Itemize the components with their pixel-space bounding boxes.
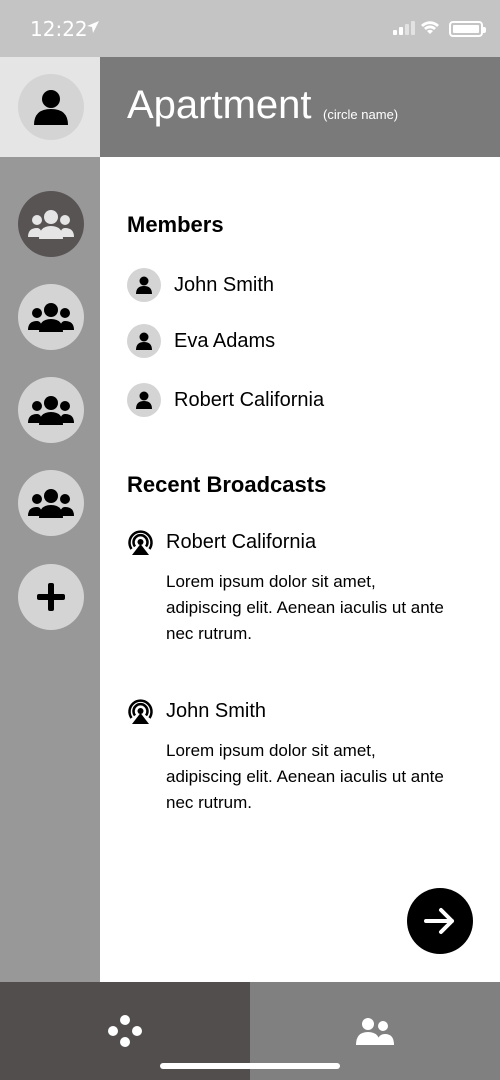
group-icon [28,396,74,425]
person-icon [136,276,152,294]
broadcast-message: Lorem ipsum dolor sit amet, adipiscing e… [166,741,444,812]
home-indicator[interactable] [160,1063,340,1069]
group-icon [28,489,74,518]
member-item[interactable]: Eva Adams [127,324,275,358]
status-time: 12:22 [30,17,88,41]
member-avatar [127,383,161,417]
broadcast-icon [128,698,153,724]
header: Apartment (circle name) [100,57,500,157]
broadcast-item[interactable]: Robert California Lorem ipsum dolor sit … [127,527,467,647]
page-subtitle: (circle name) [323,107,399,122]
person-icon [136,391,152,409]
plus-icon [37,583,65,611]
member-name: John Smith [174,273,275,296]
broadcast-sender: John Smith [166,699,267,722]
group-icon [28,303,74,332]
status-bar: 12:22 [0,0,500,57]
location-arrow-icon [87,21,99,33]
circle-item-2[interactable] [18,284,84,350]
broadcast-icon [128,529,153,555]
arrow-right-icon [424,908,454,934]
battery-icon [449,21,486,37]
member-item[interactable]: John Smith [127,268,274,302]
signal-icon [393,21,415,35]
broadcast-item[interactable]: John Smith Lorem ipsum dolor sit amet, a… [127,696,467,816]
circle-item-3[interactable] [18,377,84,443]
dots-icon [108,1015,142,1047]
broadcasts-title: Recent Broadcasts [127,472,327,497]
profile-avatar[interactable] [18,74,84,140]
person-icon [34,90,68,125]
next-button[interactable] [407,888,473,954]
member-item[interactable]: Robert California [127,383,324,417]
broadcast-message: Lorem ipsum dolor sit amet, adipiscing e… [166,572,444,643]
person-icon [136,332,152,350]
member-avatar [127,324,161,358]
circle-item-1[interactable] [18,191,84,257]
main-content: Members John Smith Eva Adams Robert Cali… [100,157,500,982]
circle-sidebar [0,157,100,982]
people-icon [356,1018,394,1045]
member-name: Eva Adams [174,329,276,352]
circle-item-4[interactable] [18,470,84,536]
add-circle-button[interactable] [18,564,84,630]
member-avatar [127,268,161,302]
profile-button[interactable] [0,57,100,157]
members-title: Members [127,212,224,237]
group-icon [28,210,74,239]
page-title: Apartment [127,83,312,127]
broadcast-sender: Robert California [166,530,317,553]
wifi-icon [421,21,439,34]
member-name: Robert California [174,388,325,411]
